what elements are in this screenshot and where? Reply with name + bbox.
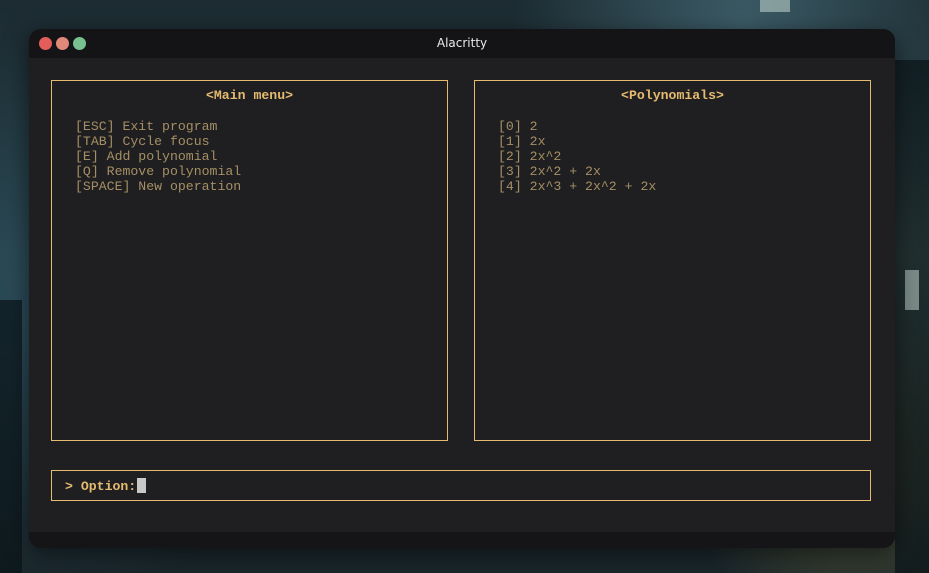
polynomials-title: <Polynomials>: [621, 88, 724, 103]
polynomial-item: [2] 2x^2: [498, 149, 562, 164]
text-cursor: [137, 478, 147, 493]
wallpaper-light-right: [905, 270, 919, 310]
window-title: Alacritty: [436, 36, 488, 50]
polynomials-list: [0] 2 [1] 2x [2] 2x^2 [3] 2x^2 + 2x [4] …: [498, 119, 656, 194]
menu-item-exit: [ESC] Exit program: [75, 119, 218, 134]
option-prompt-label: > Option:: [65, 479, 137, 494]
polynomial-item: [1] 2x: [498, 134, 546, 149]
wallpaper-building-left: [0, 300, 22, 573]
wallpaper-light-top: [760, 0, 790, 12]
window-bottom-strip: [29, 532, 895, 548]
polynomial-item: [4] 2x^3 + 2x^2 + 2x: [498, 179, 657, 194]
menu-item-new-operation: [SPACE] New operation: [75, 179, 242, 194]
polynomial-item: [0] 2: [498, 119, 538, 134]
main-menu-title: <Main menu>: [205, 88, 294, 103]
polynomials-panel: <Polynomials> [0] 2 [1] 2x [2] 2x^2 [3] …: [474, 80, 871, 441]
menu-item-cycle-focus: [TAB] Cycle focus: [75, 134, 210, 149]
menu-item-add-polynomial: [E] Add polynomial: [75, 149, 218, 164]
polynomial-item: [3] 2x^2 + 2x: [498, 164, 601, 179]
option-input-panel[interactable]: > Option:: [51, 470, 871, 501]
option-prompt[interactable]: > Option:: [65, 478, 147, 494]
main-menu-panel: <Main menu> [ESC] Exit program [TAB] Cyc…: [51, 80, 448, 441]
terminal-area[interactable]: <Main menu> [ESC] Exit program [TAB] Cyc…: [29, 58, 895, 532]
title-bar: Alacritty: [29, 29, 895, 58]
main-menu-list: [ESC] Exit program [TAB] Cycle focus [E]…: [75, 119, 241, 194]
terminal-window: Alacritty <Main menu> [ESC] Exit program…: [29, 29, 895, 548]
menu-item-remove-polynomial: [Q] Remove polynomial: [75, 164, 242, 179]
wallpaper-building-right: [895, 60, 929, 573]
